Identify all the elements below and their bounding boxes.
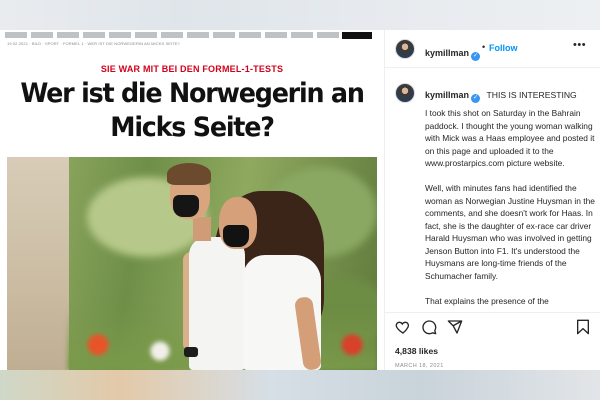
header-username[interactable]: kymillman ✓ xyxy=(425,43,481,61)
post-date[interactable]: MARCH 18, 2021 xyxy=(395,363,444,369)
caption-paragraph: That explains the presence of the xyxy=(425,295,549,306)
caption-avatar[interactable] xyxy=(395,83,415,103)
caption-paragraph: Well, with minutes fans had identified t… xyxy=(425,183,595,281)
caption-username[interactable]: kymillman xyxy=(425,90,469,100)
headline-line-1: Wer ist die Norwegerin an xyxy=(20,78,365,109)
man-watch xyxy=(184,347,198,357)
follow-button[interactable]: Follow xyxy=(489,43,518,53)
post-side-panel: kymillman ✓ • Follow ••• kymillman ✓ THIS … xyxy=(384,30,600,370)
bookmark-icon[interactable] xyxy=(575,319,591,335)
post-header: kymillman ✓ • Follow ••• xyxy=(385,30,600,68)
post-actions: 4,838 likes MARCH 18, 2021 xyxy=(385,312,600,370)
avatar[interactable] xyxy=(395,39,415,59)
photo-pillar xyxy=(7,157,69,370)
article-headline: Wer ist die Norwegerin an Micks Seite? xyxy=(12,77,373,145)
man-hair xyxy=(167,163,211,185)
article-nav-bar xyxy=(5,32,341,38)
caption-area: kymillman ✓ THIS IS INTERESTING I took th… xyxy=(385,68,600,312)
caption-paragraph: I took this shot on Saturday in the Bahr… xyxy=(425,108,595,168)
share-icon[interactable] xyxy=(447,319,463,335)
bottom-blur-band xyxy=(0,370,600,400)
separator-dot: • xyxy=(482,42,486,52)
article-kicker: SIE WAR MIT BEI DEN FORMEL-1-TESTS xyxy=(100,64,284,74)
article-header: 19.02.2021 · BILD · SPORT · FORMEL 1 · W… xyxy=(5,32,377,46)
verified-badge-icon: ✓ xyxy=(471,94,481,103)
username[interactable]: kymillman xyxy=(425,48,469,58)
man-mask xyxy=(173,195,199,217)
post-image[interactable]: 19.02.2021 · BILD · SPORT · FORMEL 1 · W… xyxy=(0,30,384,370)
caption-text: I took this shot on Saturday in the Bahr… xyxy=(425,107,595,312)
article-photo xyxy=(7,157,377,370)
likes-count[interactable]: 4,838 likes xyxy=(395,346,438,356)
verified-badge-icon: ✓ xyxy=(471,52,481,61)
caption-header: kymillman ✓ THIS IS INTERESTING xyxy=(425,85,577,103)
man-neck xyxy=(193,217,211,241)
article-breadcrumb: 19.02.2021 · BILD · SPORT · FORMEL 1 · W… xyxy=(7,41,180,46)
comment-icon[interactable] xyxy=(421,319,437,335)
article-nav-tag xyxy=(342,32,372,39)
headline-line-2: Micks Seite? xyxy=(110,112,275,143)
caption-title: THIS IS INTERESTING xyxy=(486,90,577,100)
top-blur-band xyxy=(0,0,600,30)
more-options-icon[interactable]: ••• xyxy=(573,39,586,51)
woman-mask xyxy=(223,225,249,247)
heart-icon[interactable] xyxy=(395,319,411,335)
